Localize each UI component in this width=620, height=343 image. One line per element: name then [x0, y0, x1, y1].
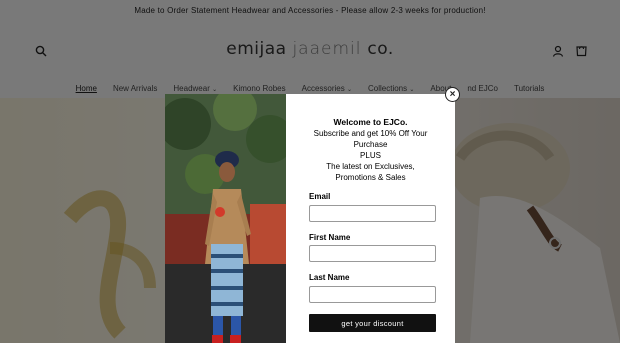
popup-title: Welcome to EJCo.	[333, 117, 408, 127]
first-name-field[interactable]	[309, 245, 436, 262]
email-field[interactable]	[309, 205, 436, 222]
signup-form: Welcome to EJCo. Subscribe and get 10% O…	[286, 94, 455, 343]
popup-line-3: PLUS	[360, 151, 381, 160]
popup-line-1: Subscribe and get 10% Off Your	[313, 129, 428, 138]
popup-line-5: Promotions & Sales	[335, 173, 406, 182]
signup-popup: Welcome to EJCo. Subscribe and get 10% O…	[165, 94, 455, 343]
popup-line-2: Purchase	[353, 140, 388, 149]
first-name-label: First Name	[309, 233, 351, 242]
last-name-label: Last Name	[309, 273, 350, 282]
popup-photo	[165, 94, 286, 343]
popup-line-4: The latest on Exclusives,	[326, 162, 415, 171]
close-icon[interactable]: ×	[445, 87, 460, 102]
get-discount-button[interactable]: get your discount	[309, 314, 436, 332]
email-label: Email	[309, 192, 331, 201]
last-name-field[interactable]	[309, 286, 436, 303]
popup-subtitle: Subscribe and get 10% Off Your Purchase …	[296, 128, 445, 183]
